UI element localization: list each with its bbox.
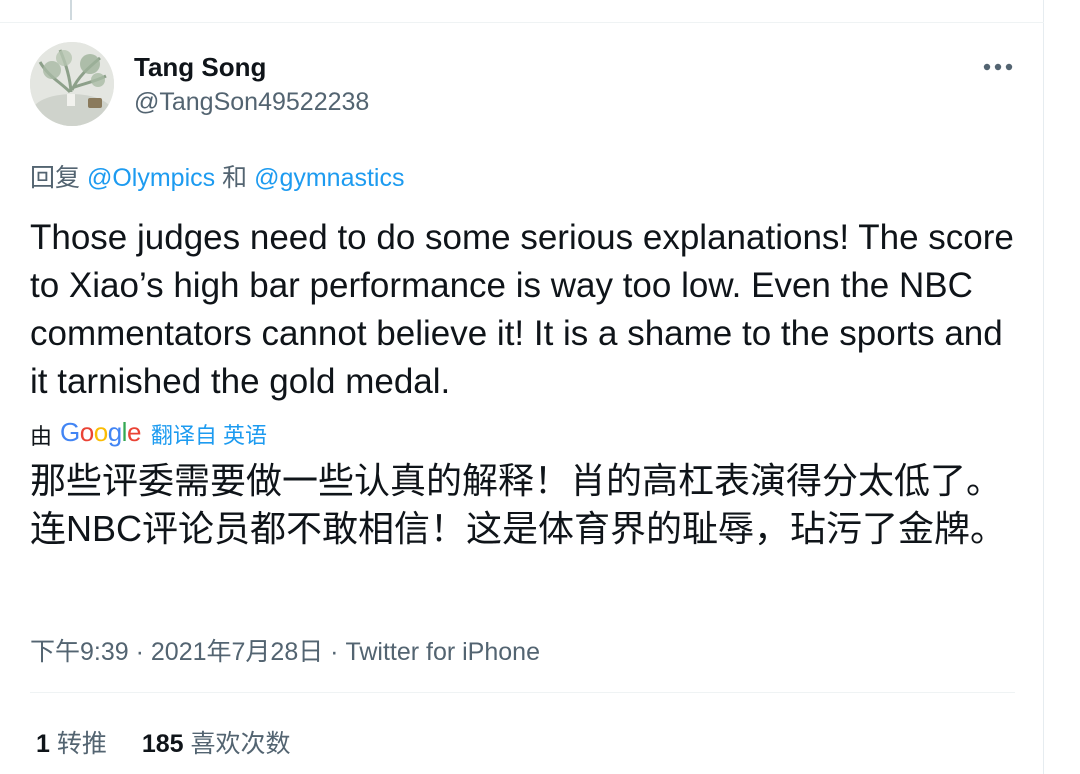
- tweet-source-link[interactable]: Twitter for iPhone: [345, 638, 540, 666]
- retweets-stat[interactable]: 1 转推: [36, 730, 107, 758]
- meta-separator: ·: [128, 638, 151, 666]
- avatar[interactable]: [30, 42, 114, 126]
- mention-gymnastics-link[interactable]: @gymnastics: [254, 164, 404, 192]
- translated-by-label: 由: [30, 424, 53, 449]
- likes-count: 185: [141, 730, 184, 758]
- tweet-date-link[interactable]: 2021年7月28日: [151, 638, 323, 666]
- top-divider: [0, 22, 1044, 23]
- avatar-image: [30, 42, 114, 126]
- tweet-meta: 下午9:39 · 2021年7月28日 · Twitter for iPhone: [30, 632, 540, 668]
- meta-separator: ·: [323, 638, 346, 666]
- user-handle[interactable]: @TangSon49522238: [134, 88, 369, 117]
- tweet-card: Tang Song @TangSon49522238 回复 @Olympics …: [0, 0, 1044, 774]
- translated-tweet-text: 那些评委需要做一些认真的解释！肖的高杠表演得分太低了。连NBC评论员都不敢相信！…: [30, 460, 1007, 549]
- more-options-button[interactable]: [978, 52, 1018, 82]
- more-horizontal-icon: [983, 63, 1013, 71]
- reply-prefix: 回复: [30, 164, 81, 192]
- translated-from-link[interactable]: 翻译自 英语: [151, 418, 267, 450]
- likes-stat[interactable]: 185 喜欢次数: [142, 730, 291, 758]
- likes-label: 喜欢次数: [190, 730, 291, 758]
- retweets-count: 1: [36, 730, 50, 758]
- tweet-time-link[interactable]: 下午9:39: [30, 638, 129, 666]
- translated-by-row: 由 Google 翻译自 英语: [30, 413, 267, 451]
- tweet-text: Those judges need to do some serious exp…: [30, 218, 1014, 401]
- thread-connector-line: [70, 0, 72, 20]
- retweets-label: 转推: [56, 730, 107, 758]
- replying-to-line: 回复 @Olympics 和 @gymnastics: [30, 158, 404, 194]
- stats-divider: [30, 692, 1015, 693]
- mention-olympics-link[interactable]: @Olympics: [87, 164, 215, 192]
- reply-conjunction: 和: [222, 164, 248, 192]
- user-display-name[interactable]: Tang Song: [134, 52, 266, 83]
- google-logo: Google: [60, 416, 141, 447]
- engagement-stats: 1 转推 185 喜欢次数: [36, 724, 319, 760]
